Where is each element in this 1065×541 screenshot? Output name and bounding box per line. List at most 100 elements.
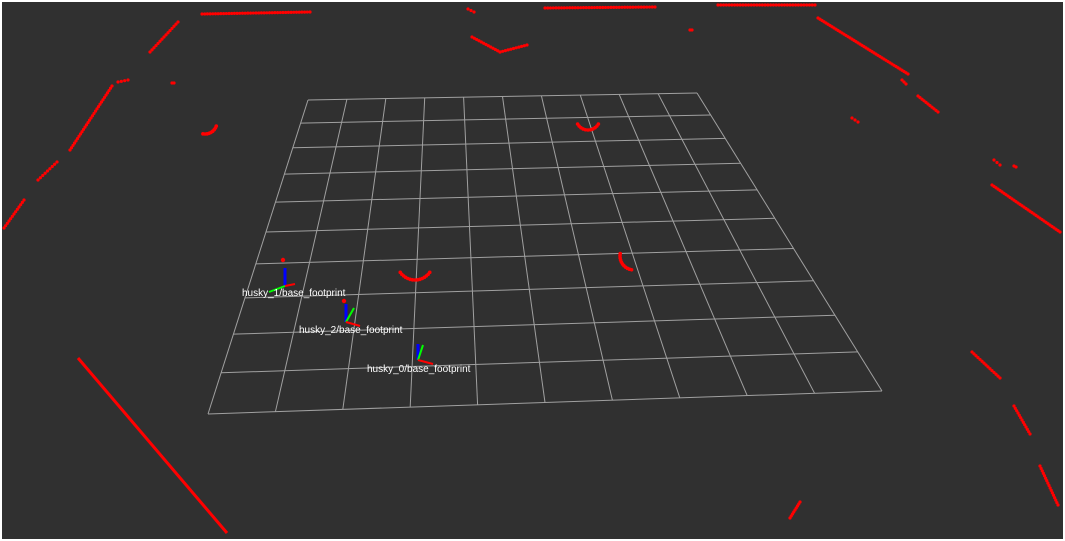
laser-point (522, 44, 526, 48)
laser-point (606, 5, 610, 10)
laser-point (1058, 230, 1062, 234)
laser-point (724, 3, 728, 7)
laser-point (517, 45, 521, 49)
laser-point (617, 5, 621, 9)
laser-point (642, 5, 646, 9)
laser-point (592, 5, 597, 10)
laser-point (645, 5, 649, 9)
laser-point (746, 3, 751, 7)
laser-point (280, 257, 286, 263)
laser-point (562, 6, 566, 10)
laser-point (771, 3, 776, 7)
laser-point (595, 5, 599, 10)
laser-point (992, 158, 996, 162)
laser-point (48, 167, 52, 171)
laser-point (777, 3, 781, 7)
laser-point (612, 5, 616, 9)
laser-point (799, 3, 803, 7)
laser-point (53, 162, 57, 166)
laser-point (176, 20, 180, 24)
laser-point (581, 6, 586, 10)
laser-point (810, 3, 814, 7)
laser-point (576, 6, 580, 10)
laser-point (721, 3, 726, 7)
laser-point (498, 50, 502, 54)
laser-point (543, 6, 547, 10)
laser-point (998, 163, 1002, 167)
laser-point (575, 122, 580, 126)
laser-point (172, 81, 176, 85)
grid-col-line (342, 98, 387, 410)
laser-point (757, 3, 762, 7)
laser-point (126, 78, 130, 82)
laser-point (730, 3, 734, 7)
scene-canvas (2, 3, 1062, 534)
laser-point (749, 3, 753, 7)
laser-point (609, 5, 613, 9)
laser-point (119, 79, 123, 83)
laser-point (906, 72, 910, 76)
laser-point (570, 6, 575, 10)
laser-point (807, 3, 812, 7)
laser-point (568, 6, 572, 10)
laser-point (501, 49, 505, 53)
laser-point (785, 3, 789, 7)
laser-point (506, 48, 510, 52)
laser-point (780, 3, 784, 7)
laser-point (741, 3, 745, 7)
laser-point (603, 5, 608, 10)
laser-point (565, 6, 569, 10)
laser-point (796, 3, 800, 7)
laser-point (520, 44, 524, 49)
laser-point (551, 6, 555, 10)
laser-point (514, 46, 518, 50)
laser-point (573, 6, 577, 10)
laser-scan-points (2, 3, 1062, 534)
laser-point (557, 6, 561, 10)
laser-point (469, 8, 473, 13)
laser-point (41, 173, 45, 178)
frame-label-husky-0: husky_0/base_footprint (367, 364, 471, 375)
laser-point (579, 6, 583, 10)
laser-point (794, 3, 798, 7)
grid-col-line (207, 99, 309, 415)
laser-point (22, 198, 26, 202)
3d-viewport[interactable]: husky_1/base_footprint husky_2/base_foot… (2, 2, 1063, 539)
laser-point (639, 5, 643, 9)
laser-point (798, 500, 802, 504)
laser-point (995, 160, 999, 165)
grid-col-line (274, 99, 348, 412)
laser-point (628, 5, 632, 9)
laser-point (936, 110, 940, 114)
laser-point (805, 3, 809, 7)
laser-point (650, 5, 654, 9)
laser-point (904, 82, 908, 86)
laser-point (38, 176, 42, 180)
laser-point (1014, 165, 1018, 169)
laser-point (802, 3, 806, 7)
reference-grid (207, 92, 883, 415)
laser-point (791, 3, 795, 7)
laser-point (590, 5, 594, 10)
laser-point (788, 3, 792, 7)
laser-point (620, 5, 624, 9)
laser-point (123, 79, 127, 83)
grid-col-line (657, 93, 816, 394)
laser-point (744, 3, 748, 7)
laser-line (76, 357, 229, 534)
laser-point (755, 3, 759, 7)
laser-point (36, 178, 40, 182)
laser-point (554, 6, 558, 10)
laser-point (584, 6, 588, 10)
laser-point (472, 10, 476, 14)
laser-point (813, 3, 817, 7)
laser-point (623, 5, 627, 9)
laser-point (308, 10, 312, 14)
laser-point (398, 270, 403, 275)
laser-point (1056, 503, 1060, 507)
laser-point (1028, 432, 1032, 436)
laser-point (598, 5, 602, 10)
laser-point (634, 5, 638, 9)
laser-point (201, 132, 205, 136)
laser-point (631, 5, 635, 9)
